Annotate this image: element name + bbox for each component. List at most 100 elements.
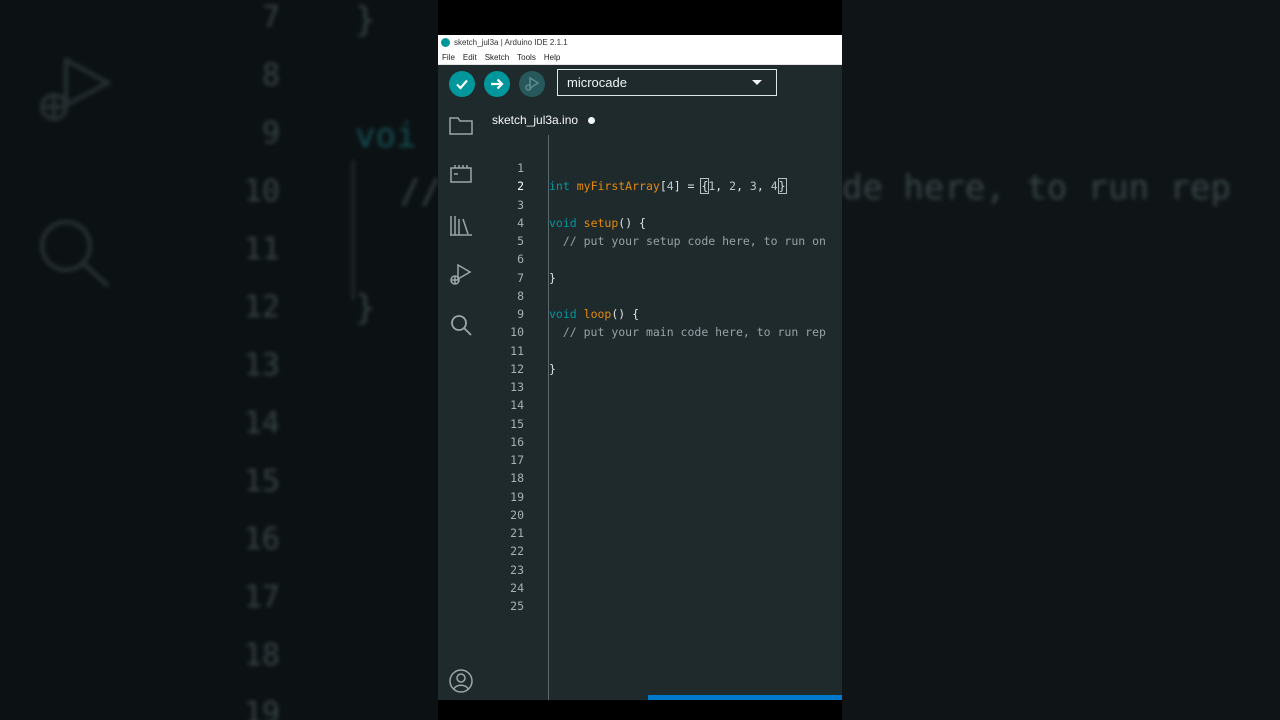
line-number: 5 bbox=[517, 234, 524, 248]
background-line-number: 15 bbox=[243, 464, 280, 499]
line-number: 4 bbox=[517, 215, 524, 230]
code-text: int myFirstArray[4] = {1, 2, 3, 4} bbox=[549, 178, 787, 195]
line-number: 2 bbox=[517, 179, 524, 194]
sidebar bbox=[438, 105, 484, 700]
code-line[interactable]: 10 // put your main code here, to run re… bbox=[484, 323, 842, 341]
line-number: 11 bbox=[510, 343, 524, 358]
code-line[interactable]: 13 bbox=[484, 378, 842, 396]
menu-bar: File Edit Sketch Tools Help bbox=[438, 50, 842, 65]
menu-help[interactable]: Help bbox=[544, 53, 560, 62]
code-text: } bbox=[549, 361, 556, 376]
background-right: de here, to run rep bbox=[842, 0, 1280, 720]
board-selector[interactable]: microcade bbox=[557, 69, 777, 96]
menu-tools[interactable]: Tools bbox=[517, 53, 536, 62]
sidebar-item-boards[interactable] bbox=[448, 162, 474, 188]
background-line-number: 19 bbox=[243, 696, 280, 720]
ide-window: sketch_jul3a | Arduino IDE 2.1.1 File Ed… bbox=[438, 35, 842, 700]
menu-edit[interactable]: Edit bbox=[463, 53, 477, 62]
window-title: sketch_jul3a | Arduino IDE 2.1.1 bbox=[454, 38, 568, 47]
code-editor[interactable]: 1 2 int myFirstArray[4] = {1, 2, 3, 4} 3 4 vo… bbox=[484, 135, 842, 700]
background-line-number: 18 bbox=[243, 638, 280, 673]
code-line[interactable]: 2 int myFirstArray[4] = {1, 2, 3, 4} bbox=[484, 177, 842, 195]
code-line[interactable]: 19 bbox=[484, 488, 842, 506]
line-number: 13 bbox=[510, 380, 524, 394]
code-line[interactable]: 3 bbox=[484, 196, 842, 214]
line-number: 12 bbox=[510, 361, 524, 376]
debug-icon bbox=[525, 76, 540, 91]
line-number: 8 bbox=[517, 288, 524, 303]
code-text: // put your main code here, to run rep bbox=[562, 325, 826, 340]
line-number: 20 bbox=[510, 507, 524, 522]
tab-filename: sketch_jul3a.ino bbox=[492, 113, 579, 127]
line-number: 10 bbox=[510, 325, 524, 340]
line-number: 7 bbox=[517, 270, 524, 285]
folder-icon bbox=[449, 117, 473, 135]
debug-icon bbox=[450, 263, 472, 285]
code-line[interactable]: 8 bbox=[484, 287, 842, 305]
line-number: 16 bbox=[510, 434, 524, 449]
code-line[interactable]: 24 bbox=[484, 579, 842, 597]
line-number: 24 bbox=[510, 580, 524, 595]
upload-button[interactable] bbox=[484, 71, 510, 97]
background-code-fragment: voi bbox=[355, 116, 417, 156]
tab-sketch[interactable]: sketch_jul3a.ino bbox=[484, 105, 596, 135]
background-line-number: 11 bbox=[243, 232, 280, 267]
background-line-number: 17 bbox=[243, 580, 280, 615]
code-text: // put your setup code here, to run on bbox=[562, 234, 826, 248]
sidebar-item-account[interactable] bbox=[448, 668, 474, 694]
background-divider bbox=[352, 160, 354, 300]
code-line[interactable]: 22 bbox=[484, 542, 842, 560]
code-line[interactable]: 14 bbox=[484, 396, 842, 414]
background-code-fragment: // bbox=[400, 172, 438, 212]
code-line[interactable]: 18 bbox=[484, 469, 842, 487]
background-line-number: 13 bbox=[243, 348, 280, 383]
title-bar: sketch_jul3a | Arduino IDE 2.1.1 bbox=[438, 35, 842, 50]
menu-sketch[interactable]: Sketch bbox=[485, 53, 509, 62]
code-line[interactable]: 16 bbox=[484, 433, 842, 451]
code-line[interactable]: 12} bbox=[484, 360, 842, 378]
sidebar-item-sketchbook[interactable] bbox=[448, 112, 474, 138]
unsaved-dot-icon[interactable] bbox=[588, 116, 596, 124]
code-line[interactable]: 5 // put your setup code here, to run on bbox=[484, 232, 842, 250]
line-number: 6 bbox=[517, 252, 524, 267]
line-number: 25 bbox=[510, 599, 524, 613]
search-icon bbox=[451, 315, 472, 336]
code-line[interactable]: 25 bbox=[484, 597, 842, 615]
code-line[interactable]: 15 bbox=[484, 415, 842, 433]
background-line-number: 10 bbox=[243, 174, 280, 209]
caret-down-icon bbox=[752, 80, 762, 85]
line-number: 19 bbox=[510, 489, 524, 504]
code-line[interactable]: 20 bbox=[484, 506, 842, 524]
debug-icon bbox=[36, 55, 116, 135]
code-line[interactable]: 23 bbox=[484, 561, 842, 579]
code-line[interactable]: 7} bbox=[484, 269, 842, 287]
sidebar-item-library[interactable] bbox=[448, 212, 474, 238]
line-number: 3 bbox=[517, 197, 524, 212]
code-line[interactable]: 21 bbox=[484, 524, 842, 542]
line-number: 1 bbox=[517, 161, 524, 175]
board-selector-label: microcade bbox=[567, 75, 627, 90]
code-line[interactable]: 11 bbox=[484, 342, 842, 360]
code-line[interactable]: 6 bbox=[484, 250, 842, 268]
code-text: void setup() { bbox=[549, 215, 646, 230]
line-number: 23 bbox=[510, 562, 524, 577]
tab-bar: sketch_jul3a.ino bbox=[484, 105, 842, 135]
account-icon bbox=[449, 669, 473, 693]
arrow-right-icon bbox=[491, 78, 504, 90]
code-line[interactable]: 9 void loop() { bbox=[484, 305, 842, 323]
verify-button[interactable] bbox=[449, 71, 475, 97]
background-line-number: 7 bbox=[261, 0, 280, 35]
background-left: 7 8 9 10 11 12 13 14 15 16 17 18 19} voi //} bbox=[0, 0, 438, 720]
background-line-number: 12 bbox=[243, 290, 280, 325]
code-line[interactable]: 17 bbox=[484, 451, 842, 469]
line-number: 9 bbox=[517, 307, 524, 321]
code-line[interactable]: 4 void setup() { bbox=[484, 214, 842, 232]
bottom-strip bbox=[438, 700, 842, 720]
sidebar-item-search[interactable] bbox=[448, 312, 474, 338]
menu-file[interactable]: File bbox=[442, 53, 455, 62]
code-line[interactable]: 1 bbox=[484, 159, 842, 177]
background-code-fragment: } bbox=[355, 288, 376, 328]
check-icon bbox=[456, 79, 468, 90]
sidebar-item-debug[interactable] bbox=[448, 262, 474, 288]
debug-button[interactable] bbox=[519, 71, 545, 97]
